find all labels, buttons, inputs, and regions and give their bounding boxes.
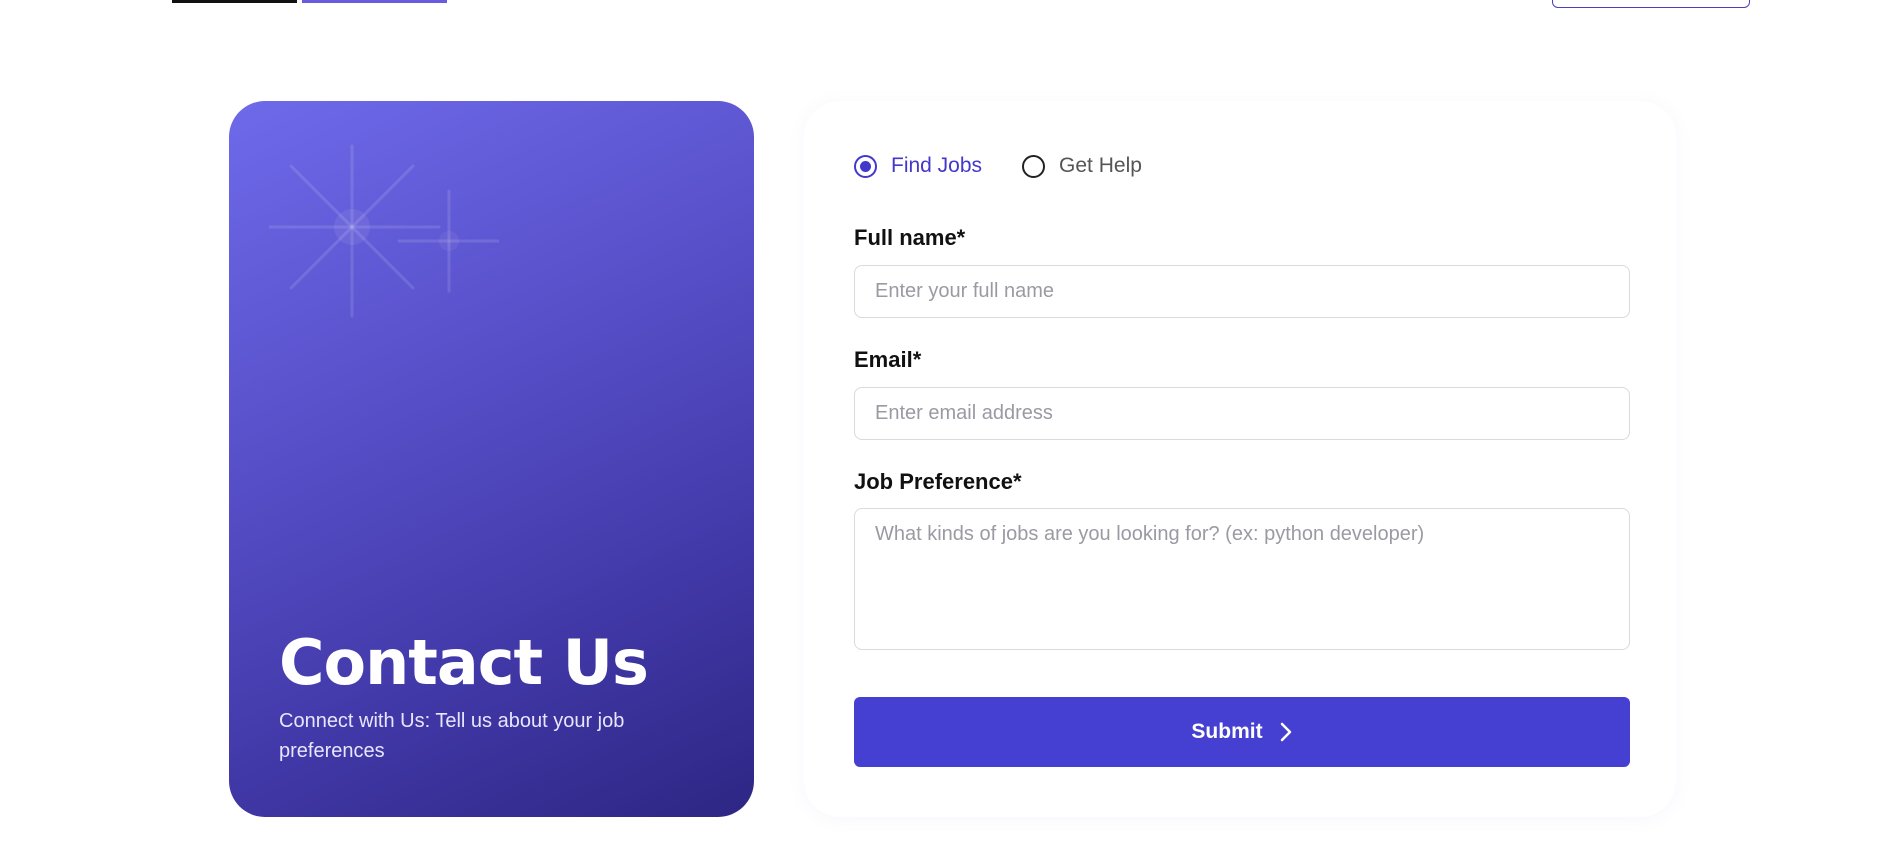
radio-checked-icon[interactable] xyxy=(854,154,877,178)
full-name-input[interactable] xyxy=(854,265,1630,318)
radio-find-jobs[interactable]: Find Jobs xyxy=(854,154,982,178)
brand-logo[interactable] xyxy=(172,0,447,4)
email-label: Email* xyxy=(854,347,922,372)
sparkle-icon xyxy=(269,144,499,318)
contact-form: Find Jobs Get Help Full name* Email* Job… xyxy=(804,101,1676,817)
radio-unchecked-icon[interactable] xyxy=(1022,154,1046,178)
job-preference-label: Job Preference* xyxy=(854,469,1022,494)
chevron-right-icon xyxy=(1280,722,1291,742)
radio-label-find-jobs: Find Jobs xyxy=(891,154,983,177)
full-name-label: Full name* xyxy=(854,225,966,250)
contact-hero-card: Contact Us Connect with Us: Tell us abou… xyxy=(229,101,754,817)
submit-button-label: Submit xyxy=(1191,720,1263,743)
submit-button[interactable]: Submit xyxy=(854,697,1630,767)
job-preference-textarea[interactable] xyxy=(854,508,1630,650)
logo-dark-part xyxy=(172,0,297,3)
header-action-button[interactable] xyxy=(1552,0,1750,8)
mode-radio-group: Find Jobs Get Help xyxy=(854,154,1142,178)
radio-label-get-help: Get Help xyxy=(1059,154,1142,177)
hero-title: Contact Us xyxy=(279,626,649,699)
hero-subtitle: Connect with Us: Tell us about your job … xyxy=(279,710,625,762)
logo-accent-part xyxy=(302,0,447,3)
radio-get-help[interactable]: Get Help xyxy=(1022,154,1142,178)
email-input[interactable] xyxy=(854,387,1630,440)
